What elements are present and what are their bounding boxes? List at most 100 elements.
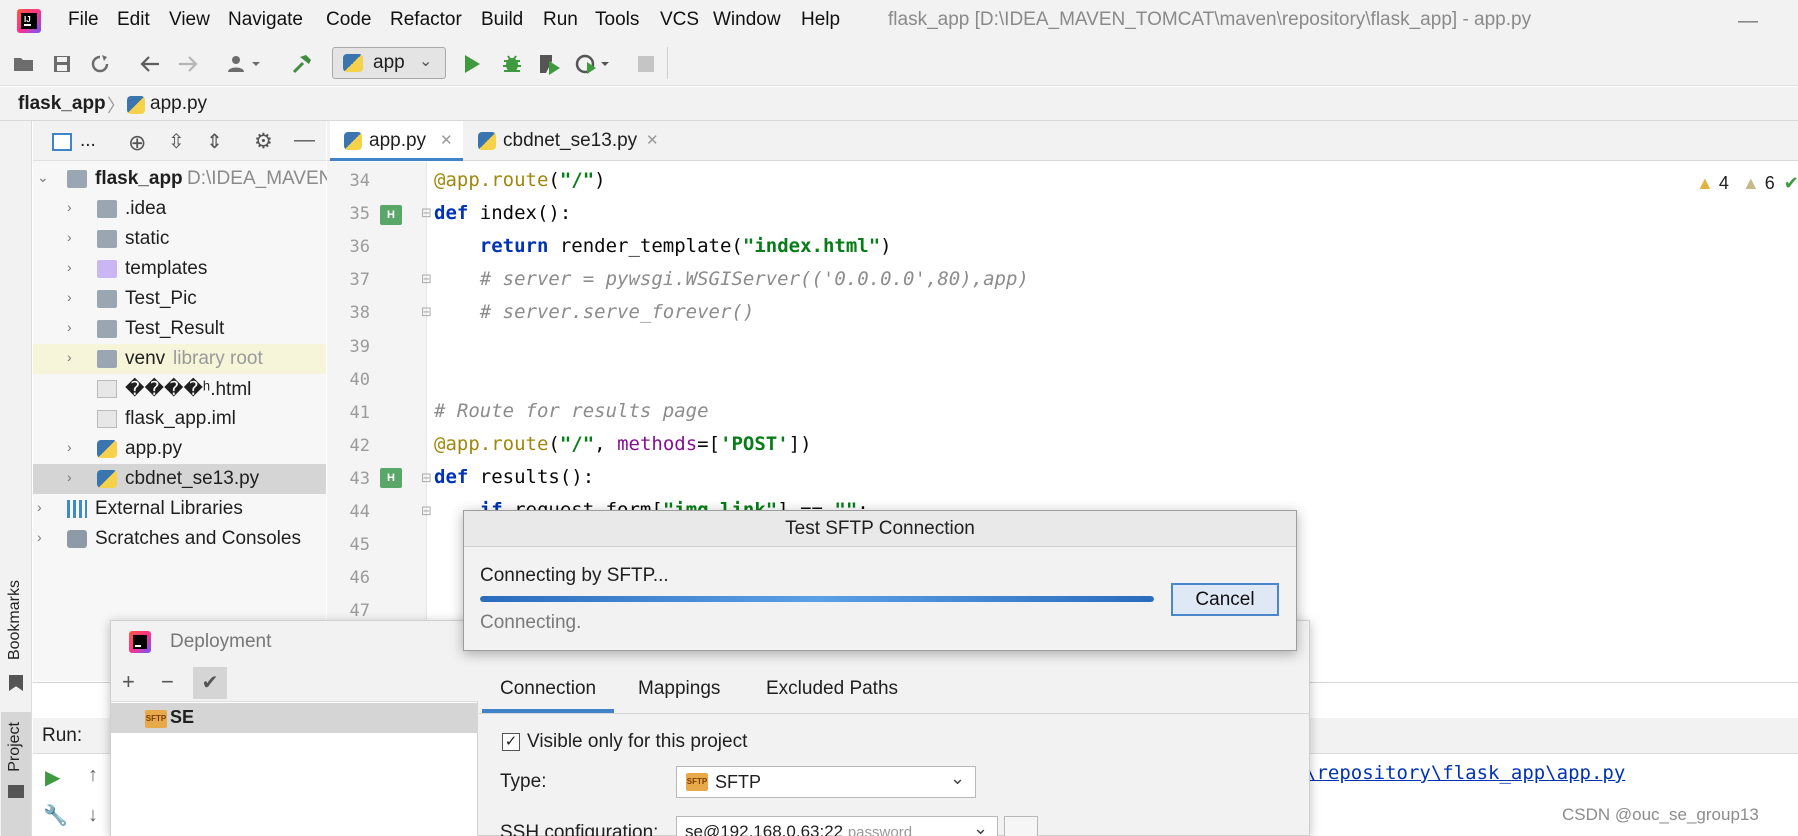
arrow-down-icon[interactable]: ↓ bbox=[88, 804, 98, 827]
user-icon[interactable] bbox=[226, 52, 266, 76]
set-default-button[interactable]: ✔ bbox=[193, 667, 227, 699]
back-icon[interactable] bbox=[138, 52, 162, 76]
tree-item-test-result[interactable]: › Test_Result bbox=[33, 314, 326, 344]
open-folder-icon[interactable] bbox=[12, 52, 36, 76]
run-output-file-link[interactable]: \repository\flask_app\app.py bbox=[1305, 762, 1625, 784]
visible-only-checkbox[interactable]: ✓ bbox=[502, 733, 520, 751]
breadcrumb-file[interactable]: app.py bbox=[150, 93, 207, 115]
fold-icon[interactable]: ⊟ bbox=[421, 470, 432, 486]
profile-icon[interactable] bbox=[574, 52, 614, 76]
menu-code[interactable]: Code bbox=[326, 9, 371, 31]
ssh-configure-button[interactable] bbox=[1004, 816, 1038, 836]
remove-server-button[interactable]: − bbox=[161, 669, 174, 695]
fold-icon[interactable]: ⊟ bbox=[421, 304, 432, 320]
tree-item-html[interactable]: ����ʰ.html bbox=[33, 374, 326, 404]
watermark: CSDN @ouc_se_group13 bbox=[1562, 805, 1759, 824]
menu-run[interactable]: Run bbox=[543, 9, 578, 31]
inspections-widget[interactable]: ▲ 4 ▲ 6 ✔ bbox=[1696, 173, 1798, 194]
close-icon[interactable]: ✕ bbox=[440, 131, 453, 149]
add-server-button[interactable]: + bbox=[122, 669, 135, 695]
project-tab[interactable]: Project bbox=[6, 722, 24, 772]
gear-icon[interactable]: ⚙ bbox=[254, 129, 273, 154]
project-view-icon[interactable] bbox=[52, 133, 72, 151]
code-line-42: @app.route("/", methods=['POST']) bbox=[434, 433, 812, 455]
rerun-icon[interactable]: ▶ bbox=[45, 765, 60, 790]
expand-all-icon[interactable]: ⇳ bbox=[168, 129, 185, 154]
menu-help[interactable]: Help bbox=[801, 9, 840, 31]
app-logo-icon bbox=[129, 631, 151, 653]
tab-cbdnet[interactable]: cbdnet_se13.py ✕ bbox=[470, 121, 670, 161]
folder-icon bbox=[97, 230, 117, 248]
tree-item-venv[interactable]: › venv library root bbox=[33, 344, 326, 374]
save-icon[interactable] bbox=[50, 52, 74, 76]
warning-icon: ▲ bbox=[1696, 173, 1714, 193]
html-template-marker-icon[interactable]: H bbox=[380, 468, 402, 488]
menu-vcs[interactable]: VCS bbox=[660, 9, 699, 31]
menu-tools[interactable]: Tools bbox=[595, 9, 639, 31]
menu-file[interactable]: File bbox=[68, 9, 99, 31]
locate-icon[interactable]: ⊕ bbox=[128, 130, 146, 156]
line-number: 39 bbox=[349, 337, 370, 357]
collapse-all-icon[interactable]: ⇕ bbox=[206, 129, 223, 154]
sync-icon[interactable] bbox=[88, 52, 112, 76]
chevron-down-icon: ⌄ bbox=[973, 818, 989, 836]
stop-icon[interactable] bbox=[634, 52, 658, 76]
hide-panel-icon[interactable]: — bbox=[294, 128, 315, 152]
menu-build[interactable]: Build bbox=[481, 9, 523, 31]
tree-item-label: Test_Pic bbox=[125, 288, 197, 309]
tree-item-iml[interactable]: flask_app.iml bbox=[33, 404, 326, 434]
breadcrumb-project[interactable]: flask_app bbox=[18, 93, 106, 115]
tab-app-py[interactable]: app.py ✕ bbox=[330, 121, 463, 161]
debug-icon[interactable] bbox=[500, 52, 524, 76]
cancel-button[interactable]: Cancel bbox=[1171, 583, 1279, 616]
line-number: 44 bbox=[349, 502, 370, 522]
scratches-icon bbox=[67, 530, 87, 548]
minimize-button[interactable]: — bbox=[1738, 10, 1758, 33]
fold-icon[interactable]: ⊟ bbox=[421, 503, 432, 519]
bookmarks-tab[interactable]: Bookmarks bbox=[6, 580, 24, 660]
tab-mappings[interactable]: Mappings bbox=[638, 678, 720, 700]
tree-item-idea[interactable]: › .idea bbox=[33, 194, 326, 224]
run-panel-label: Run: bbox=[42, 725, 83, 746]
wrench-icon[interactable]: 🔧 bbox=[43, 803, 68, 828]
html-template-marker-icon[interactable]: H bbox=[380, 205, 402, 225]
line-number: 46 bbox=[349, 568, 370, 588]
tree-item-scratches[interactable]: › Scratches and Consoles bbox=[33, 524, 326, 554]
folder-icon bbox=[97, 320, 117, 338]
arrow-up-icon[interactable]: ↑ bbox=[88, 764, 98, 787]
tree-item-external-libraries[interactable]: › External Libraries bbox=[33, 494, 326, 524]
ssh-host: se@192.168.0.63:22 bbox=[685, 822, 844, 836]
code-line-36: return render_template("index.html") bbox=[479, 235, 892, 257]
tree-item-templates[interactable]: › templates bbox=[33, 254, 326, 284]
tree-item-test-pic[interactable]: › Test_Pic bbox=[33, 284, 326, 314]
tree-item-static[interactable]: › static bbox=[33, 224, 326, 254]
run-config-label: app bbox=[373, 52, 405, 73]
python-file-icon bbox=[97, 440, 117, 458]
tab-connection[interactable]: Connection bbox=[500, 678, 596, 700]
coverage-icon[interactable] bbox=[538, 52, 562, 76]
menu-navigate[interactable]: Navigate bbox=[228, 9, 303, 31]
code-line-34: @app.route("/") bbox=[434, 169, 606, 191]
menu-view[interactable]: View bbox=[169, 9, 210, 31]
line-number: 42 bbox=[349, 436, 370, 456]
tree-root-name: flask_app bbox=[95, 168, 183, 189]
code-line-35: def index(): bbox=[434, 202, 572, 224]
fold-icon[interactable]: ⊟ bbox=[421, 271, 432, 287]
fold-icon[interactable]: ⊟ bbox=[421, 205, 432, 221]
collapsed-arrow-icon: › bbox=[37, 499, 42, 515]
tree-item-app-py[interactable]: › app.py bbox=[33, 434, 326, 464]
run-configuration-select[interactable]: app ⌄ bbox=[332, 47, 446, 79]
forward-icon[interactable] bbox=[176, 52, 200, 76]
code-line-41: # Route for results page bbox=[434, 400, 709, 422]
run-icon[interactable] bbox=[460, 52, 484, 76]
menu-refactor[interactable]: Refactor bbox=[390, 9, 462, 31]
tab-excluded-paths[interactable]: Excluded Paths bbox=[766, 678, 898, 700]
close-icon[interactable]: ✕ bbox=[646, 131, 659, 149]
project-view-label[interactable]: ... bbox=[80, 130, 96, 152]
tree-item-cbdnet[interactable]: › cbdnet_se13.py bbox=[33, 464, 326, 494]
menu-edit[interactable]: Edit bbox=[117, 9, 150, 31]
build-hammer-icon[interactable] bbox=[290, 52, 314, 76]
library-root-note: library root bbox=[173, 348, 263, 369]
menu-window[interactable]: Window bbox=[713, 9, 781, 31]
tree-item-root[interactable]: ⌄ flask_app D:\IDEA_MAVEN bbox=[33, 164, 327, 194]
